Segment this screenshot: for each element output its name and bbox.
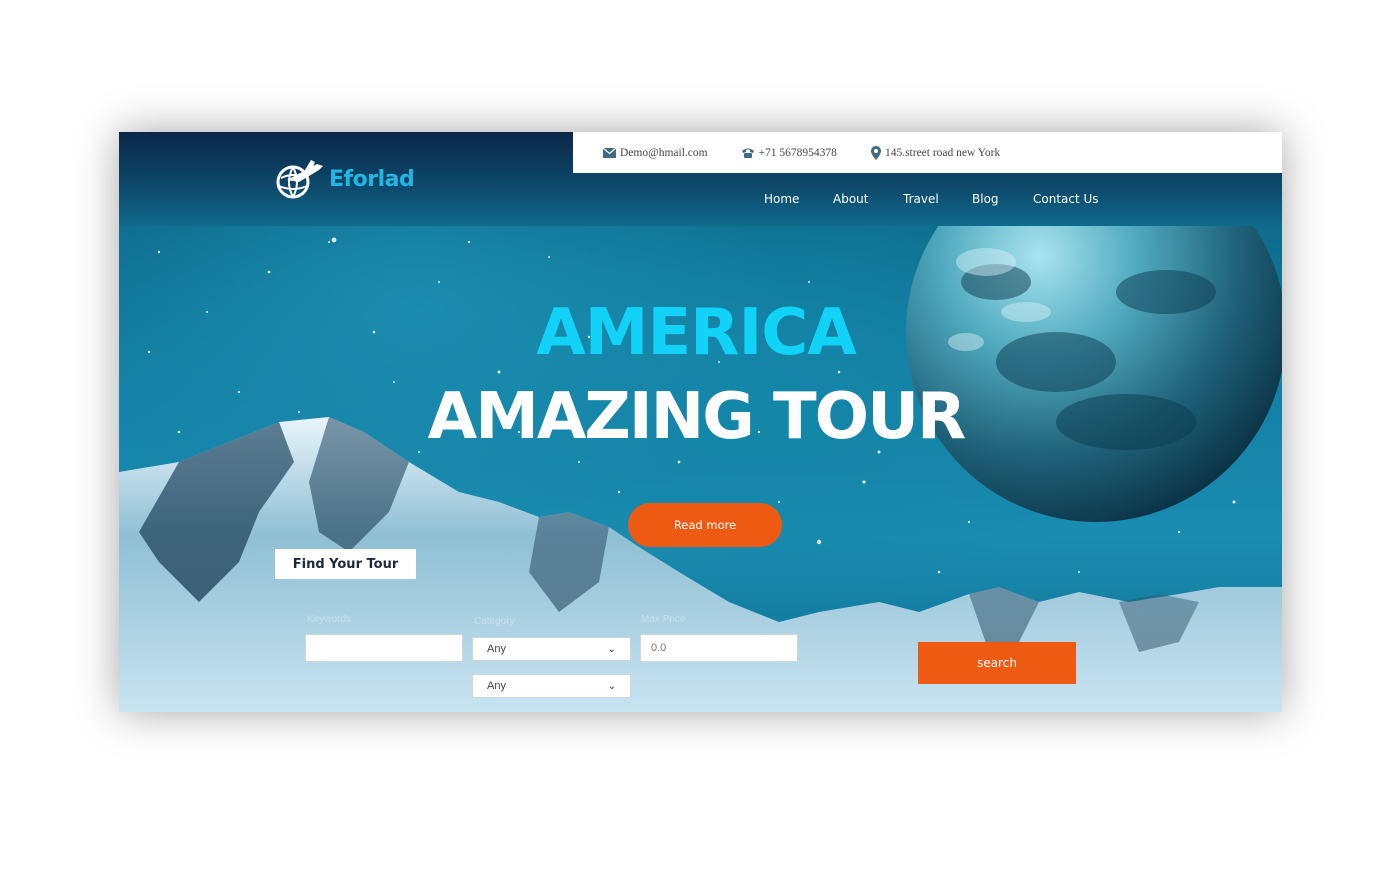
nav-item-contact[interactable]: Contact Us bbox=[1033, 192, 1099, 206]
site-logo[interactable]: Eforlad bbox=[273, 158, 415, 200]
find-tour-heading: Find Your Tour bbox=[275, 549, 416, 579]
nav-item-travel[interactable]: Travel bbox=[903, 192, 939, 206]
duration-select[interactable]: Any ⌄ bbox=[472, 674, 631, 698]
keyword-label: Keywords bbox=[307, 614, 351, 625]
search-button[interactable]: search bbox=[918, 642, 1076, 684]
chevron-down-icon: ⌄ bbox=[607, 680, 616, 692]
phone-text: +71 5678954378 bbox=[758, 146, 837, 159]
max-price-input[interactable] bbox=[640, 634, 798, 662]
envelope-icon bbox=[603, 147, 616, 158]
map-pin-icon bbox=[870, 145, 881, 160]
email-text: Demo@hmail.com bbox=[620, 146, 708, 159]
hero-title-line2: AMAZING TOUR bbox=[427, 380, 967, 454]
address-info[interactable]: 145.street road new York bbox=[870, 145, 1001, 160]
read-more-button[interactable]: Read more bbox=[628, 503, 782, 547]
nav-item-home[interactable]: Home bbox=[764, 192, 799, 206]
email-info[interactable]: Demo@hmail.com bbox=[603, 147, 708, 159]
chevron-down-icon: ⌄ bbox=[607, 643, 616, 655]
phone-info[interactable]: +71 5678954378 bbox=[741, 147, 837, 159]
plane-globe-icon bbox=[276, 160, 323, 199]
category-select[interactable]: Any ⌄ bbox=[472, 637, 631, 661]
contact-topbar: Demo@hmail.com +71 5678954378 145.street… bbox=[573, 132, 1282, 173]
brand-name: Eforlad bbox=[329, 166, 415, 192]
nav-item-about[interactable]: About bbox=[833, 192, 868, 206]
category-selected-value: Any bbox=[487, 643, 506, 655]
browser-viewport: Eforlad Demo@hmail.com +71 5678954378 14… bbox=[119, 132, 1282, 712]
category-label: Category bbox=[474, 616, 515, 627]
address-text: 145.street road new York bbox=[884, 146, 1001, 159]
phone-icon bbox=[741, 148, 754, 158]
nav-item-blog[interactable]: Blog bbox=[972, 192, 999, 206]
keyword-input[interactable] bbox=[305, 634, 463, 662]
hero-title-line1: AMERICA bbox=[536, 296, 857, 370]
max-price-label: Max Price bbox=[641, 614, 686, 625]
duration-selected-value: Any bbox=[487, 680, 506, 692]
